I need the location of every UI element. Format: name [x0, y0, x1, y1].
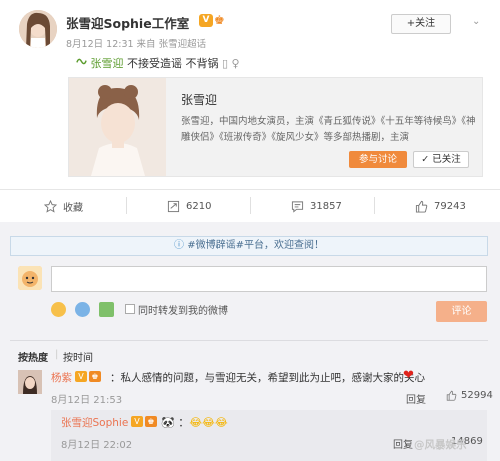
emoji-icon[interactable]	[51, 302, 66, 317]
join-discussion-button[interactable]: 参与讨论	[349, 151, 407, 168]
divider	[374, 197, 375, 214]
divider	[250, 197, 251, 214]
followed-button[interactable]: ✓ 已关注	[413, 151, 469, 168]
repost-checkbox[interactable]	[125, 304, 135, 314]
repost-checkbox-label[interactable]: 同时转发到我的微博	[138, 302, 228, 317]
follow-button[interactable]: +关注	[391, 14, 451, 34]
follow-label: +关注	[406, 18, 436, 29]
card-title[interactable]: 张雪迎	[181, 91, 217, 108]
sub-reply-time: 8月12日 22:02	[61, 440, 133, 451]
sort-by-time-tab[interactable]: 按时间	[63, 349, 93, 364]
commenter-name[interactable]: 杨紫	[51, 370, 72, 385]
info-icon: ⓘ	[174, 240, 185, 251]
member-badge-icon: ♚	[214, 13, 225, 27]
comment-icon	[291, 200, 304, 213]
super-topic-icon	[76, 58, 87, 65]
post-text: 不接受造谣 不背锅	[127, 57, 219, 70]
current-user-avatar[interactable]	[18, 266, 42, 290]
comment-time: 8月12日 21:53	[51, 395, 123, 406]
card-description: 张雪迎，中国内地女演员，主演《青丘狐传说》《十五年等待候鸟》《神雕侠侣》《班淑传…	[181, 116, 476, 143]
watermark: @风暴娱乐	[414, 439, 467, 451]
divider	[126, 197, 127, 214]
submit-comment-button[interactable]: 评论	[436, 301, 487, 322]
repost-icon	[167, 200, 180, 212]
thumbs-up-icon	[446, 390, 457, 401]
image-icon[interactable]	[99, 302, 114, 317]
comment-like-count: 52994	[461, 390, 493, 401]
author-avatar[interactable]	[19, 10, 57, 48]
card-image[interactable]	[69, 78, 166, 176]
thumbs-up-icon	[415, 200, 428, 213]
comment-input[interactable]	[51, 266, 487, 292]
star-outline-icon	[44, 199, 57, 213]
gif-icon[interactable]	[75, 302, 90, 317]
topic-label[interactable]: 张雪迎	[91, 57, 124, 70]
sort-separator: |	[55, 349, 59, 360]
comment-action[interactable]: 31857	[291, 193, 342, 219]
comment-reply-button[interactable]: 回复	[406, 391, 426, 406]
chevron-down-icon[interactable]: ⌄	[472, 16, 482, 27]
followed-label: 已关注	[432, 154, 461, 165]
member-badge-icon: ♚	[145, 416, 157, 427]
verified-vip-icon: V	[75, 371, 87, 382]
commenter-avatar[interactable]	[18, 370, 42, 394]
divider	[0, 189, 500, 190]
sub-reply-user[interactable]: 张雪迎Sophie	[61, 415, 128, 430]
topic-link[interactable]: 张雪迎	[76, 57, 127, 70]
notice-text[interactable]: #微博辟谣#平台，欢迎查阅！	[187, 240, 324, 251]
divider	[10, 340, 488, 341]
repost-count: 6210	[186, 200, 212, 212]
like-action[interactable]: 79243	[415, 193, 466, 219]
rumor-notice[interactable]: ⓘ #微博辟谣#平台，欢迎查阅！	[10, 236, 488, 256]
like-count: 79243	[434, 200, 466, 212]
sub-reply-reply-button[interactable]: 回复	[393, 436, 413, 451]
favorite-action[interactable]: 收藏	[44, 193, 83, 219]
emoji-icons: 🐼 ：😂😂😂	[161, 416, 228, 429]
member-badge-icon: ♚	[89, 371, 101, 382]
emoji-icons: ▯ ♀	[222, 57, 240, 70]
repost-action[interactable]: 6210	[167, 193, 211, 219]
heart-emoji-icon: ❤	[403, 368, 414, 383]
author-name[interactable]: 张雪迎Sophie工作室	[66, 13, 189, 32]
verified-vip-icon: V	[131, 416, 143, 427]
post-meta: 8月12日 12:31 来自 张雪迎超话	[66, 39, 207, 50]
comment-count: 31857	[310, 200, 342, 212]
comment-like-button[interactable]: 52994	[446, 390, 493, 401]
verified-vip-icon: V	[199, 14, 213, 27]
comment-text: ：私人感情的问题，与雪迎无关，希望到此为止吧，感谢大家的关心	[110, 372, 425, 384]
favorite-label: 收藏	[63, 202, 83, 214]
post-content: 张雪迎 不接受造谣 不背锅 ▯ ♀	[76, 55, 240, 71]
sort-by-hot-tab[interactable]: 按热度	[18, 349, 48, 364]
